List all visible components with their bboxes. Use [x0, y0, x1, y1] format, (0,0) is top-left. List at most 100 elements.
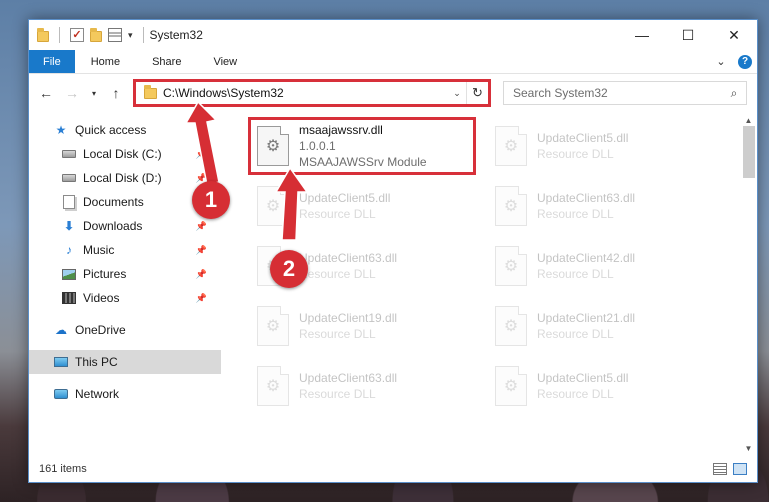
download-icon: ⬇	[63, 219, 75, 233]
file-name: UpdateClient63.dll	[537, 191, 636, 205]
documents-icon	[63, 195, 75, 209]
search-icon[interactable]: ⌕	[722, 86, 746, 101]
scroll-down-arrow-icon[interactable]: ▼	[740, 440, 757, 456]
sidebar-item-label: Quick access	[75, 123, 147, 137]
sidebar-item-label: Pictures	[83, 267, 127, 281]
sidebar-item-videos[interactable]: Videos 📌	[29, 286, 221, 310]
sidebar-item-label: Documents	[83, 195, 144, 209]
sidebar-item-music[interactable]: ♪ Music 📌	[29, 238, 221, 262]
dll-gear-icon: ⚙	[257, 126, 289, 166]
file-tile[interactable]: ⚙ UpdateClient5.dll Resource DLL	[487, 358, 707, 414]
dll-gear-icon: ⚙	[495, 246, 527, 286]
help-icon[interactable]: ?	[738, 54, 752, 69]
file-tile[interactable]: ⚙ UpdateClient21.dll Resource DLL	[487, 298, 707, 354]
tab-share[interactable]: Share	[136, 50, 197, 73]
back-arrow-icon[interactable]: ←	[35, 82, 57, 104]
properties-check-icon[interactable]: ✓	[70, 28, 84, 42]
sidebar-item-local-disk-d[interactable]: Local Disk (D:) 📌	[29, 166, 221, 190]
sidebar-item-label: Music	[83, 243, 115, 257]
maximize-button[interactable]: ☐	[665, 20, 711, 50]
sidebar-item-local-disk-c[interactable]: Local Disk (C:) 📌	[29, 142, 221, 166]
file-description: Resource DLL	[299, 327, 376, 341]
address-bar[interactable]: C:\Windows\System32 ⌄ ↻	[135, 81, 489, 105]
quick-access-toolbar: ✓ ▾	[29, 27, 148, 43]
dll-gear-icon: ⚙	[495, 126, 527, 166]
up-arrow-icon[interactable]: ↑	[105, 82, 127, 104]
dll-gear-icon: ⚙	[257, 186, 289, 226]
disk-icon	[62, 150, 76, 158]
search-input[interactable]: Search System32	[513, 86, 722, 100]
details-view-icon[interactable]	[713, 463, 727, 475]
pin-icon: 📌	[195, 292, 207, 303]
close-button[interactable]: ✕	[711, 20, 757, 50]
address-dropdown-chevron-icon[interactable]: ⌄	[448, 88, 466, 99]
navigation-bar: ← → ▾ ↑ C:\Windows\System32 ⌄ ↻ Search S…	[29, 74, 757, 112]
scrollbar-thumb[interactable]	[743, 126, 755, 178]
sidebar-item-label: Videos	[83, 291, 120, 305]
sidebar-item-label: Downloads	[83, 219, 143, 233]
sidebar-item-label: Local Disk (D:)	[83, 171, 162, 185]
dll-gear-icon: ⚙	[257, 366, 289, 406]
file-description: Resource DLL	[537, 387, 614, 401]
file-description: Resource DLL	[299, 387, 376, 401]
forward-arrow-icon[interactable]: →	[61, 82, 83, 104]
refresh-icon[interactable]: ↻	[466, 82, 488, 104]
file-name: UpdateClient21.dll	[537, 311, 636, 325]
tab-view[interactable]: View	[197, 50, 253, 73]
folder-icon	[37, 28, 49, 42]
dll-gear-icon: ⚙	[495, 366, 527, 406]
file-description: Resource DLL	[537, 327, 614, 341]
sidebar-item-onedrive[interactable]: ☁ OneDrive	[29, 318, 221, 342]
pc-icon	[54, 357, 68, 367]
customize-chevron-icon[interactable]: ▾	[128, 30, 133, 41]
tab-home[interactable]: Home	[75, 50, 136, 73]
dll-gear-icon: ⚙	[495, 186, 527, 226]
file-tile[interactable]: ⚙ UpdateClient5.dll Resource DLL	[249, 178, 469, 234]
file-description: Resource DLL	[299, 267, 376, 281]
sidebar-item-quick-access[interactable]: ★ Quick access	[29, 118, 221, 142]
callout-badge-two: 2	[270, 250, 308, 288]
file-tile-msaajawssrv[interactable]: ⚙ msaajawssrv.dll 1.0.0.1 MSAAJAWSSrv Mo…	[249, 118, 469, 174]
network-icon	[54, 389, 68, 399]
rename-icon[interactable]	[108, 28, 122, 42]
file-description: Resource DLL	[537, 147, 614, 161]
vertical-scrollbar[interactable]: ▲ ▼	[740, 112, 757, 456]
sidebar-item-network[interactable]: Network	[29, 382, 221, 406]
sidebar-item-pictures[interactable]: Pictures 📌	[29, 262, 221, 286]
file-description: Resource DLL	[299, 207, 376, 221]
minimize-button[interactable]: —	[619, 20, 665, 50]
sidebar-item-label: This PC	[75, 355, 118, 369]
file-tile[interactable]: ⚙ UpdateClient5.dll Resource DLL	[487, 118, 707, 174]
pin-icon: 📌	[195, 244, 207, 255]
sidebar-item-this-pc[interactable]: This PC	[29, 350, 221, 374]
file-tile[interactable]: ⚙ UpdateClient42.dll Resource DLL	[487, 238, 707, 294]
file-name: UpdateClient5.dll	[537, 371, 629, 385]
file-explorer-window: ✓ ▾ System32 — ☐ ✕ File Home Share View …	[28, 19, 758, 483]
callout-badge-one: 1	[192, 181, 230, 219]
file-name: UpdateClient5.dll	[299, 191, 391, 205]
file-tile[interactable]: ⚙ UpdateClient63.dll Resource DLL	[249, 358, 469, 414]
status-bar: 161 items	[29, 456, 757, 482]
videos-icon	[62, 292, 76, 304]
sidebar-item-label: OneDrive	[75, 323, 126, 337]
file-description: MSAAJAWSSrv Module	[299, 155, 427, 169]
file-tile[interactable]: ⚙ UpdateClient63.dll Resource DLL	[487, 178, 707, 234]
expand-ribbon-chevron-icon[interactable]: ⌄	[709, 50, 733, 73]
large-icons-view-icon[interactable]	[733, 463, 747, 475]
pin-icon: 📌	[195, 268, 207, 279]
file-list: ⚙ msaajawssrv.dll 1.0.0.1 MSAAJAWSSrv Mo…	[221, 112, 757, 456]
file-description: Resource DLL	[537, 267, 614, 281]
file-description: Resource DLL	[537, 207, 614, 221]
tab-file[interactable]: File	[29, 50, 75, 73]
address-path[interactable]: C:\Windows\System32	[163, 86, 448, 100]
sidebar-item-downloads[interactable]: ⬇ Downloads 📌	[29, 214, 221, 238]
sidebar-item-label: Local Disk (C:)	[83, 147, 162, 161]
ribbon-tabs: File Home Share View ⌄ ?	[29, 50, 757, 74]
folder-icon	[144, 84, 157, 99]
recent-locations-chevron-icon[interactable]: ▾	[87, 82, 101, 104]
music-icon: ♪	[66, 243, 72, 257]
file-tile[interactable]: ⚙ UpdateClient19.dll Resource DLL	[249, 298, 469, 354]
search-box[interactable]: Search System32 ⌕	[503, 81, 747, 105]
star-icon: ★	[55, 123, 67, 137]
new-folder-icon[interactable]	[90, 28, 102, 42]
